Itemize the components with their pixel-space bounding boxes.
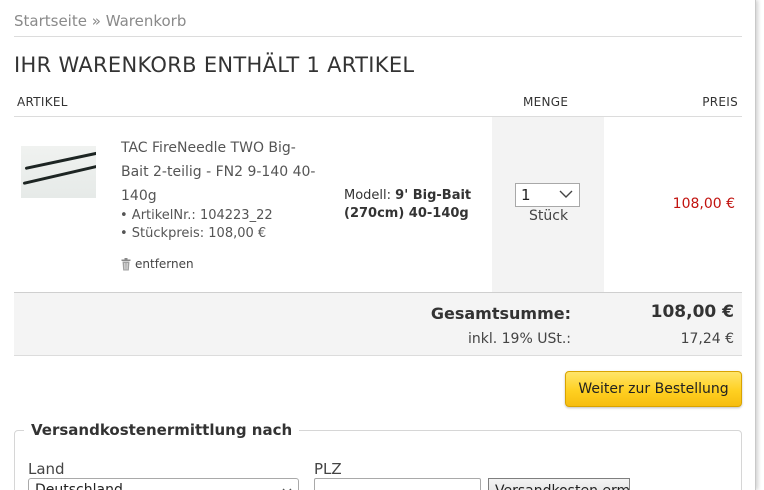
calculate-shipping-button[interactable]: Versandkosten ermitteln: [488, 478, 630, 490]
page-frame: Startseite » Warenkorb IHR WARENKORB ENT…: [0, 0, 756, 490]
remove-item-label: entfernen: [135, 257, 194, 271]
checkout-button[interactable]: Weiter zur Bestellung: [565, 371, 742, 407]
item-price: 108,00 €: [672, 196, 735, 212]
column-header-quantity: MENGE: [523, 95, 569, 109]
tax-label: inkl. 19% USt.:: [467, 331, 571, 347]
product-name-link[interactable]: TAC FireNeedle TWO Big-Bait 2-teilig - F…: [121, 136, 321, 208]
breadcrumb-home-link[interactable]: Startseite: [14, 12, 87, 30]
zip-input[interactable]: [314, 478, 481, 490]
header-divider: [14, 116, 742, 117]
breadcrumb-divider: [14, 36, 742, 37]
column-header-article: ARTIKEL: [17, 95, 68, 109]
product-unit-price: • Stückpreis: 108,00 €: [120, 226, 267, 241]
remove-item-button[interactable]: entfernen: [121, 257, 194, 271]
product-model-label: Modell:: [344, 188, 392, 203]
page-title: IHR WARENKORB ENTHÄLT 1 ARTIKEL: [14, 53, 415, 77]
chevron-down-icon: [559, 190, 573, 198]
product-model: Modell: 9' Big-Bait (270cm) 40-140g: [344, 187, 494, 223]
trash-icon: [121, 257, 131, 271]
totals-box: [14, 293, 742, 356]
country-label: Land: [28, 460, 65, 478]
tax-value: 17,24 €: [680, 331, 734, 347]
breadcrumb-current-link[interactable]: Warenkorb: [106, 12, 187, 30]
quantity-unit: Stück: [529, 208, 569, 224]
total-value: 108,00 €: [650, 302, 734, 322]
quantity-select[interactable]: 1: [515, 183, 580, 207]
breadcrumb-separator: »: [91, 12, 101, 30]
zip-label: PLZ: [314, 460, 342, 478]
country-value: Deutschland: [35, 482, 123, 490]
country-select[interactable]: Deutschland: [28, 478, 299, 490]
product-thumbnail[interactable]: [21, 146, 96, 198]
quantity-value: 1: [521, 186, 531, 204]
product-article-number: • ArtikelNr.: 104223_22: [120, 208, 273, 223]
breadcrumb: Startseite » Warenkorb: [14, 12, 186, 30]
total-label: Gesamtsumme:: [430, 304, 571, 323]
column-header-price: PREIS: [702, 95, 738, 109]
shipping-cost-legend: Versandkostenermittlung nach: [24, 421, 300, 439]
